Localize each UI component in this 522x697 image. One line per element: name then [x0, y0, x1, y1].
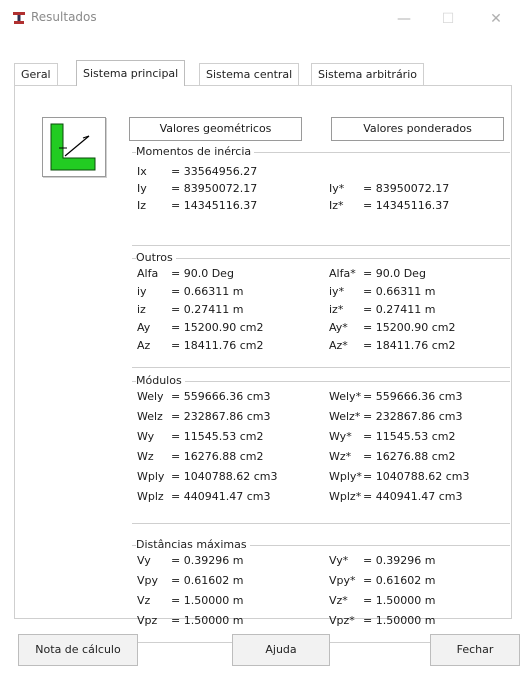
distancias-label-weighted: Vpz*: [329, 614, 355, 627]
minimize-button[interactable]: —: [384, 6, 424, 32]
distancias-label: Vy: [137, 554, 151, 567]
outros-value: = 18411.76 cm2: [171, 339, 264, 352]
close-button[interactable]: Fechar: [430, 634, 520, 666]
modulos-title: Módulos: [136, 374, 185, 387]
modulos-value: = 440941.47 cm3: [171, 490, 271, 503]
geometric-values-button[interactable]: Valores geométricos: [129, 117, 302, 141]
maximize-button[interactable]: ☐: [428, 6, 468, 32]
modulos-value-weighted: = 16276.88 cm2: [363, 450, 456, 463]
modulos-value: = 1040788.62 cm3: [171, 470, 278, 483]
distancias-value: = 1.50000 m: [171, 614, 244, 627]
distancias-value-weighted: = 0.39296 m: [363, 554, 436, 567]
help-button[interactable]: Ajuda: [232, 634, 330, 666]
modulos-label: Wplz: [137, 490, 164, 503]
outros-label: iz: [137, 303, 146, 316]
outros-value-weighted: = 0.27411 m: [363, 303, 436, 316]
window-title: Resultados: [31, 10, 97, 24]
title-bar: Resultados — ☐ ✕: [0, 0, 522, 38]
distancias-label: Vpz: [137, 614, 158, 627]
inertia-value-weighted: = 83950072.17: [363, 182, 450, 195]
modulos-value-weighted: = 232867.86 cm3: [363, 410, 463, 423]
tab-sistema-principal[interactable]: Sistema principal: [76, 60, 186, 86]
inertia-title: Momentos de inércia: [136, 145, 255, 158]
modulos-label-weighted: Wply*: [329, 470, 362, 483]
inertia-label-weighted: Iy*: [329, 182, 345, 195]
calc-note-button[interactable]: Nota de cálculo: [18, 634, 138, 666]
modulos-label-weighted: Wplz*: [329, 490, 362, 503]
tab-sistema-arbitrario[interactable]: Sistema arbitrário: [311, 63, 424, 85]
modulos-label-weighted: Wz*: [329, 450, 352, 463]
outros-label-weighted: iz*: [329, 303, 344, 316]
modulos-label: Wply: [137, 470, 165, 483]
inertia-label: Iy: [137, 182, 147, 195]
outros-title: Outros: [136, 251, 176, 264]
outros-label-weighted: Alfa*: [329, 267, 356, 280]
distancias-label-weighted: Vy*: [329, 554, 349, 567]
inertia-value-weighted: = 14345116.37: [363, 199, 450, 212]
modulos-label-weighted: Wy*: [329, 430, 352, 443]
weighted-values-button[interactable]: Valores ponderados: [331, 117, 504, 141]
modulos-value: = 11545.53 cm2: [171, 430, 264, 443]
outros-label-weighted: Ay*: [329, 321, 348, 334]
distancias-label-weighted: Vpy*: [329, 574, 356, 587]
inertia-value: = 14345116.37: [171, 199, 258, 212]
distancias-label: Vz: [137, 594, 151, 607]
outros-value-weighted: = 90.0 Deg: [363, 267, 426, 280]
modulos-label: Wz: [137, 450, 154, 463]
inertia-value: = 33564956.27: [171, 165, 258, 178]
modulos-label: Wy: [137, 430, 155, 443]
modulos-label-weighted: Wely*: [329, 390, 362, 403]
modulos-value-weighted: = 440941.47 cm3: [363, 490, 463, 503]
outros-label: Az: [137, 339, 151, 352]
tab-geral[interactable]: Geral: [14, 63, 58, 85]
inertia-label: Ix: [137, 165, 147, 178]
outros-value-weighted: = 15200.90 cm2: [363, 321, 456, 334]
modulos-value-weighted: = 11545.53 cm2: [363, 430, 456, 443]
outros-value-weighted: = 0.66311 m: [363, 285, 436, 298]
distancias-title: Distâncias máximas: [136, 538, 250, 551]
distancias-value-weighted: = 0.61602 m: [363, 574, 436, 587]
close-window-button[interactable]: ✕: [476, 6, 516, 32]
distancias-value: = 0.39296 m: [171, 554, 244, 567]
outros-label: Alfa: [137, 267, 159, 280]
distancias-label-weighted: Vz*: [329, 594, 348, 607]
modulos-label: Wely: [137, 390, 164, 403]
distancias-value: = 1.50000 m: [171, 594, 244, 607]
modulos-value: = 232867.86 cm3: [171, 410, 271, 423]
modulos-value-weighted: = 1040788.62 cm3: [363, 470, 470, 483]
inertia-value: = 83950072.17: [171, 182, 258, 195]
outros-label: Ay: [137, 321, 151, 334]
l-profile-icon: [42, 117, 106, 177]
outros-value: = 0.27411 m: [171, 303, 244, 316]
outros-label-weighted: Az*: [329, 339, 348, 352]
outros-label: iy: [137, 285, 147, 298]
distancias-value-weighted: = 1.50000 m: [363, 614, 436, 627]
modulos-value: = 16276.88 cm2: [171, 450, 264, 463]
inertia-label: Iz: [137, 199, 147, 212]
tab-sistema-central[interactable]: Sistema central: [199, 63, 300, 85]
outros-value-weighted: = 18411.76 cm2: [363, 339, 456, 352]
modulos-label: Welz: [137, 410, 163, 423]
outros-value: = 15200.90 cm2: [171, 321, 264, 334]
distancias-value-weighted: = 1.50000 m: [363, 594, 436, 607]
modulos-label-weighted: Welz*: [329, 410, 361, 423]
distancias-value: = 0.61602 m: [171, 574, 244, 587]
outros-value: = 0.66311 m: [171, 285, 244, 298]
modulos-value-weighted: = 559666.36 cm3: [363, 390, 463, 403]
outros-label-weighted: iy*: [329, 285, 345, 298]
distancias-label: Vpy: [137, 574, 159, 587]
beam-icon: [13, 12, 25, 24]
inertia-label-weighted: Iz*: [329, 199, 344, 212]
outros-value: = 90.0 Deg: [171, 267, 234, 280]
modulos-value: = 559666.36 cm3: [171, 390, 271, 403]
